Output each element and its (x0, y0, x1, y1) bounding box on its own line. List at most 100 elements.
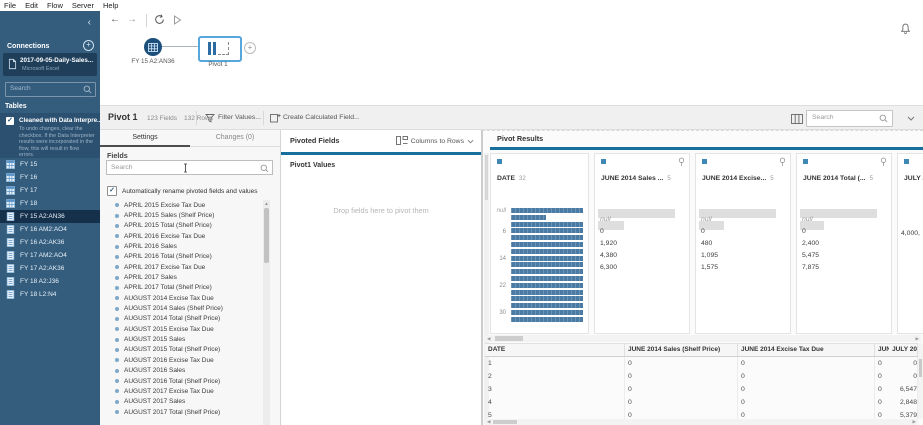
field-list-item[interactable]: AUGUST 2015 Sales (100, 334, 263, 344)
histogram-bar[interactable] (511, 310, 583, 315)
histogram-bar[interactable] (511, 222, 583, 227)
histogram-bar[interactable] (511, 208, 583, 213)
grid-column-header[interactable]: DATE (485, 344, 625, 356)
chevron-down-icon[interactable] (907, 116, 915, 121)
field-list-item[interactable]: AUGUST 2015 Excise Tax Due (100, 324, 263, 334)
sidebar-table-item[interactable]: FY 16 (0, 171, 100, 184)
field-select-square[interactable] (601, 159, 606, 164)
menu-item[interactable]: Edit (25, 1, 38, 10)
add-step-icon[interactable]: + (244, 42, 256, 54)
grid-column-header[interactable]: JUNE 2014 Sales (Shelf Price) (625, 344, 738, 356)
field-list-item[interactable]: APRIL 2015 Excise Tax Due (100, 200, 263, 210)
field-list-item[interactable]: APRIL 2015 Total (Shelf Price) (100, 221, 263, 231)
scrollbar-left-arrow[interactable]: ◀ (487, 419, 490, 425)
value-row[interactable]: 7,875 (800, 256, 888, 268)
scrollbar-right-arrow[interactable]: ▶ (913, 419, 916, 425)
redo-icon[interactable]: → (127, 15, 137, 25)
histogram-bar[interactable] (511, 276, 583, 281)
field-list-item[interactable]: AUGUST 2014 Total (Shelf Price) (100, 314, 263, 324)
pin-icon[interactable] (678, 157, 685, 167)
input-node[interactable] (144, 38, 162, 56)
grid-horizontal-scrollbar[interactable]: ◀ ▶ (485, 419, 918, 425)
table-row[interactable]: 30006,547 (485, 383, 918, 396)
field-list-item[interactable]: APRIL 2017 Total (Shelf Price) (100, 283, 263, 293)
grid-column-header[interactable]: JULY 20 (889, 344, 918, 356)
run-flow-icon[interactable] (173, 15, 182, 25)
value-row[interactable]: 5,475 (800, 244, 888, 256)
scrollbar-thumb[interactable] (485, 155, 488, 200)
alerts-bell-icon[interactable] (900, 23, 911, 35)
sidebar-table-item[interactable]: FY 16 A2:AK36 (0, 236, 100, 249)
value-row[interactable]: 6,300 (598, 256, 686, 268)
profile-horizontal-scrollbar[interactable]: ◀ ▶ (485, 335, 921, 342)
scrollbar-up-arrow[interactable]: ▲ (263, 201, 270, 206)
tab[interactable]: Settings (100, 130, 190, 146)
scrollbar-left-arrow[interactable]: ◀ (487, 336, 490, 341)
sidebar-table-item[interactable]: FY 18 (0, 197, 100, 210)
value-row[interactable]: 1,920 (598, 232, 686, 244)
profile-card-date[interactable]: DATE32 null6142230 (490, 153, 589, 334)
tab[interactable]: Changes (0) (190, 130, 280, 146)
value-row[interactable]: null (598, 208, 686, 220)
histogram-bar[interactable] (511, 303, 583, 308)
field-list-item[interactable]: AUGUST 2016 Total (Shelf Price) (100, 376, 263, 386)
field-select-square[interactable] (702, 159, 707, 164)
results-search-input[interactable] (807, 111, 878, 124)
value-row[interactable]: 1,575 (699, 256, 787, 268)
field-list-item[interactable]: AUGUST 2014 Excise Tax Due (100, 293, 263, 303)
field-list-item[interactable]: APRIL 2016 Sales (100, 241, 263, 251)
scrollbar-thumb[interactable] (919, 359, 922, 377)
field-list-item[interactable]: APRIL 2016 Total (Shelf Price) (100, 252, 263, 262)
histogram-bar[interactable] (511, 296, 583, 301)
grid-view-icon[interactable] (791, 114, 803, 124)
field-select-square[interactable] (904, 159, 909, 164)
grid-vertical-scrollbar[interactable] (918, 343, 923, 419)
refresh-icon[interactable] (154, 14, 165, 25)
profile-card[interactable]: JUNE 2014 Excise...5 null 0 (695, 153, 791, 334)
menu-item[interactable]: Help (103, 1, 118, 10)
pivot-node-selected[interactable] (198, 36, 242, 62)
histogram-bar[interactable] (511, 262, 583, 267)
value-row[interactable]: 0 (800, 220, 888, 232)
sidebar-table-item[interactable]: FY 18 L2:N4 (0, 288, 100, 301)
menu-item[interactable]: Server (72, 1, 94, 10)
scrollbar-thumb[interactable] (495, 336, 523, 341)
value-row[interactable]: 4,380 (598, 244, 686, 256)
table-row[interactable]: 10000 (485, 357, 918, 370)
table-row[interactable]: 40002,848 (485, 396, 918, 409)
scrollbar-right-arrow[interactable]: ▶ (916, 336, 919, 341)
field-list-item[interactable]: AUGUST 2017 Total (Shelf Price) (100, 407, 263, 417)
value-row[interactable]: null (699, 208, 787, 220)
grid-column-header[interactable]: JUNE 2014 Total (Shelf Price) (875, 344, 889, 356)
pin-icon[interactable] (880, 157, 887, 167)
histogram-bar[interactable] (511, 290, 583, 295)
add-connection-button[interactable]: + (83, 40, 94, 51)
checkbox-checked-icon[interactable]: ✓ (107, 186, 117, 196)
profile-card-partial[interactable]: JULY 2 4,000, (897, 153, 923, 334)
sidebar-table-item[interactable]: FY 17 A2:AK36 (0, 262, 100, 275)
sidebar-table-item[interactable]: FY 15 A2:AN36 (0, 210, 100, 223)
menu-item[interactable]: File (4, 1, 16, 10)
field-list-item[interactable]: AUGUST 2017 Excise Tax Due (100, 386, 263, 396)
pin-icon[interactable] (779, 157, 786, 167)
undo-icon[interactable]: ← (110, 15, 120, 25)
sidebar-table-item[interactable]: FY 18 A2:J36 (0, 275, 100, 288)
profile-card[interactable]: JUNE 2014 Sales ...5 null 0 (594, 153, 690, 334)
field-list-item[interactable]: AUGUST 2016 Excise Tax Due (100, 355, 263, 365)
table-row[interactable]: 20000 (485, 370, 918, 383)
histogram-bar[interactable] (511, 215, 546, 220)
table-row[interactable]: 50005,379 (485, 409, 918, 419)
value-row[interactable]: 480 (699, 232, 787, 244)
field-list-item[interactable]: APRIL 2015 Sales (Shelf Price) (100, 210, 263, 220)
histogram-bar[interactable] (511, 235, 583, 240)
sidebar-table-item[interactable]: FY 17 AM2:AO4 (0, 249, 100, 262)
fields-search-input[interactable] (107, 161, 251, 173)
histogram-bar[interactable] (511, 249, 583, 254)
pivot-drop-zone[interactable]: Drop fields here to pivot them (281, 206, 481, 215)
histogram-bar[interactable] (511, 317, 583, 322)
field-list-item[interactable]: AUGUST 2017 Sales (100, 397, 263, 407)
histogram-bar[interactable] (511, 228, 583, 233)
field-select-square[interactable] (497, 159, 502, 164)
value-row[interactable]: 1,095 (699, 244, 787, 256)
field-list-item[interactable]: AUGUST 2016 Sales (100, 366, 263, 376)
